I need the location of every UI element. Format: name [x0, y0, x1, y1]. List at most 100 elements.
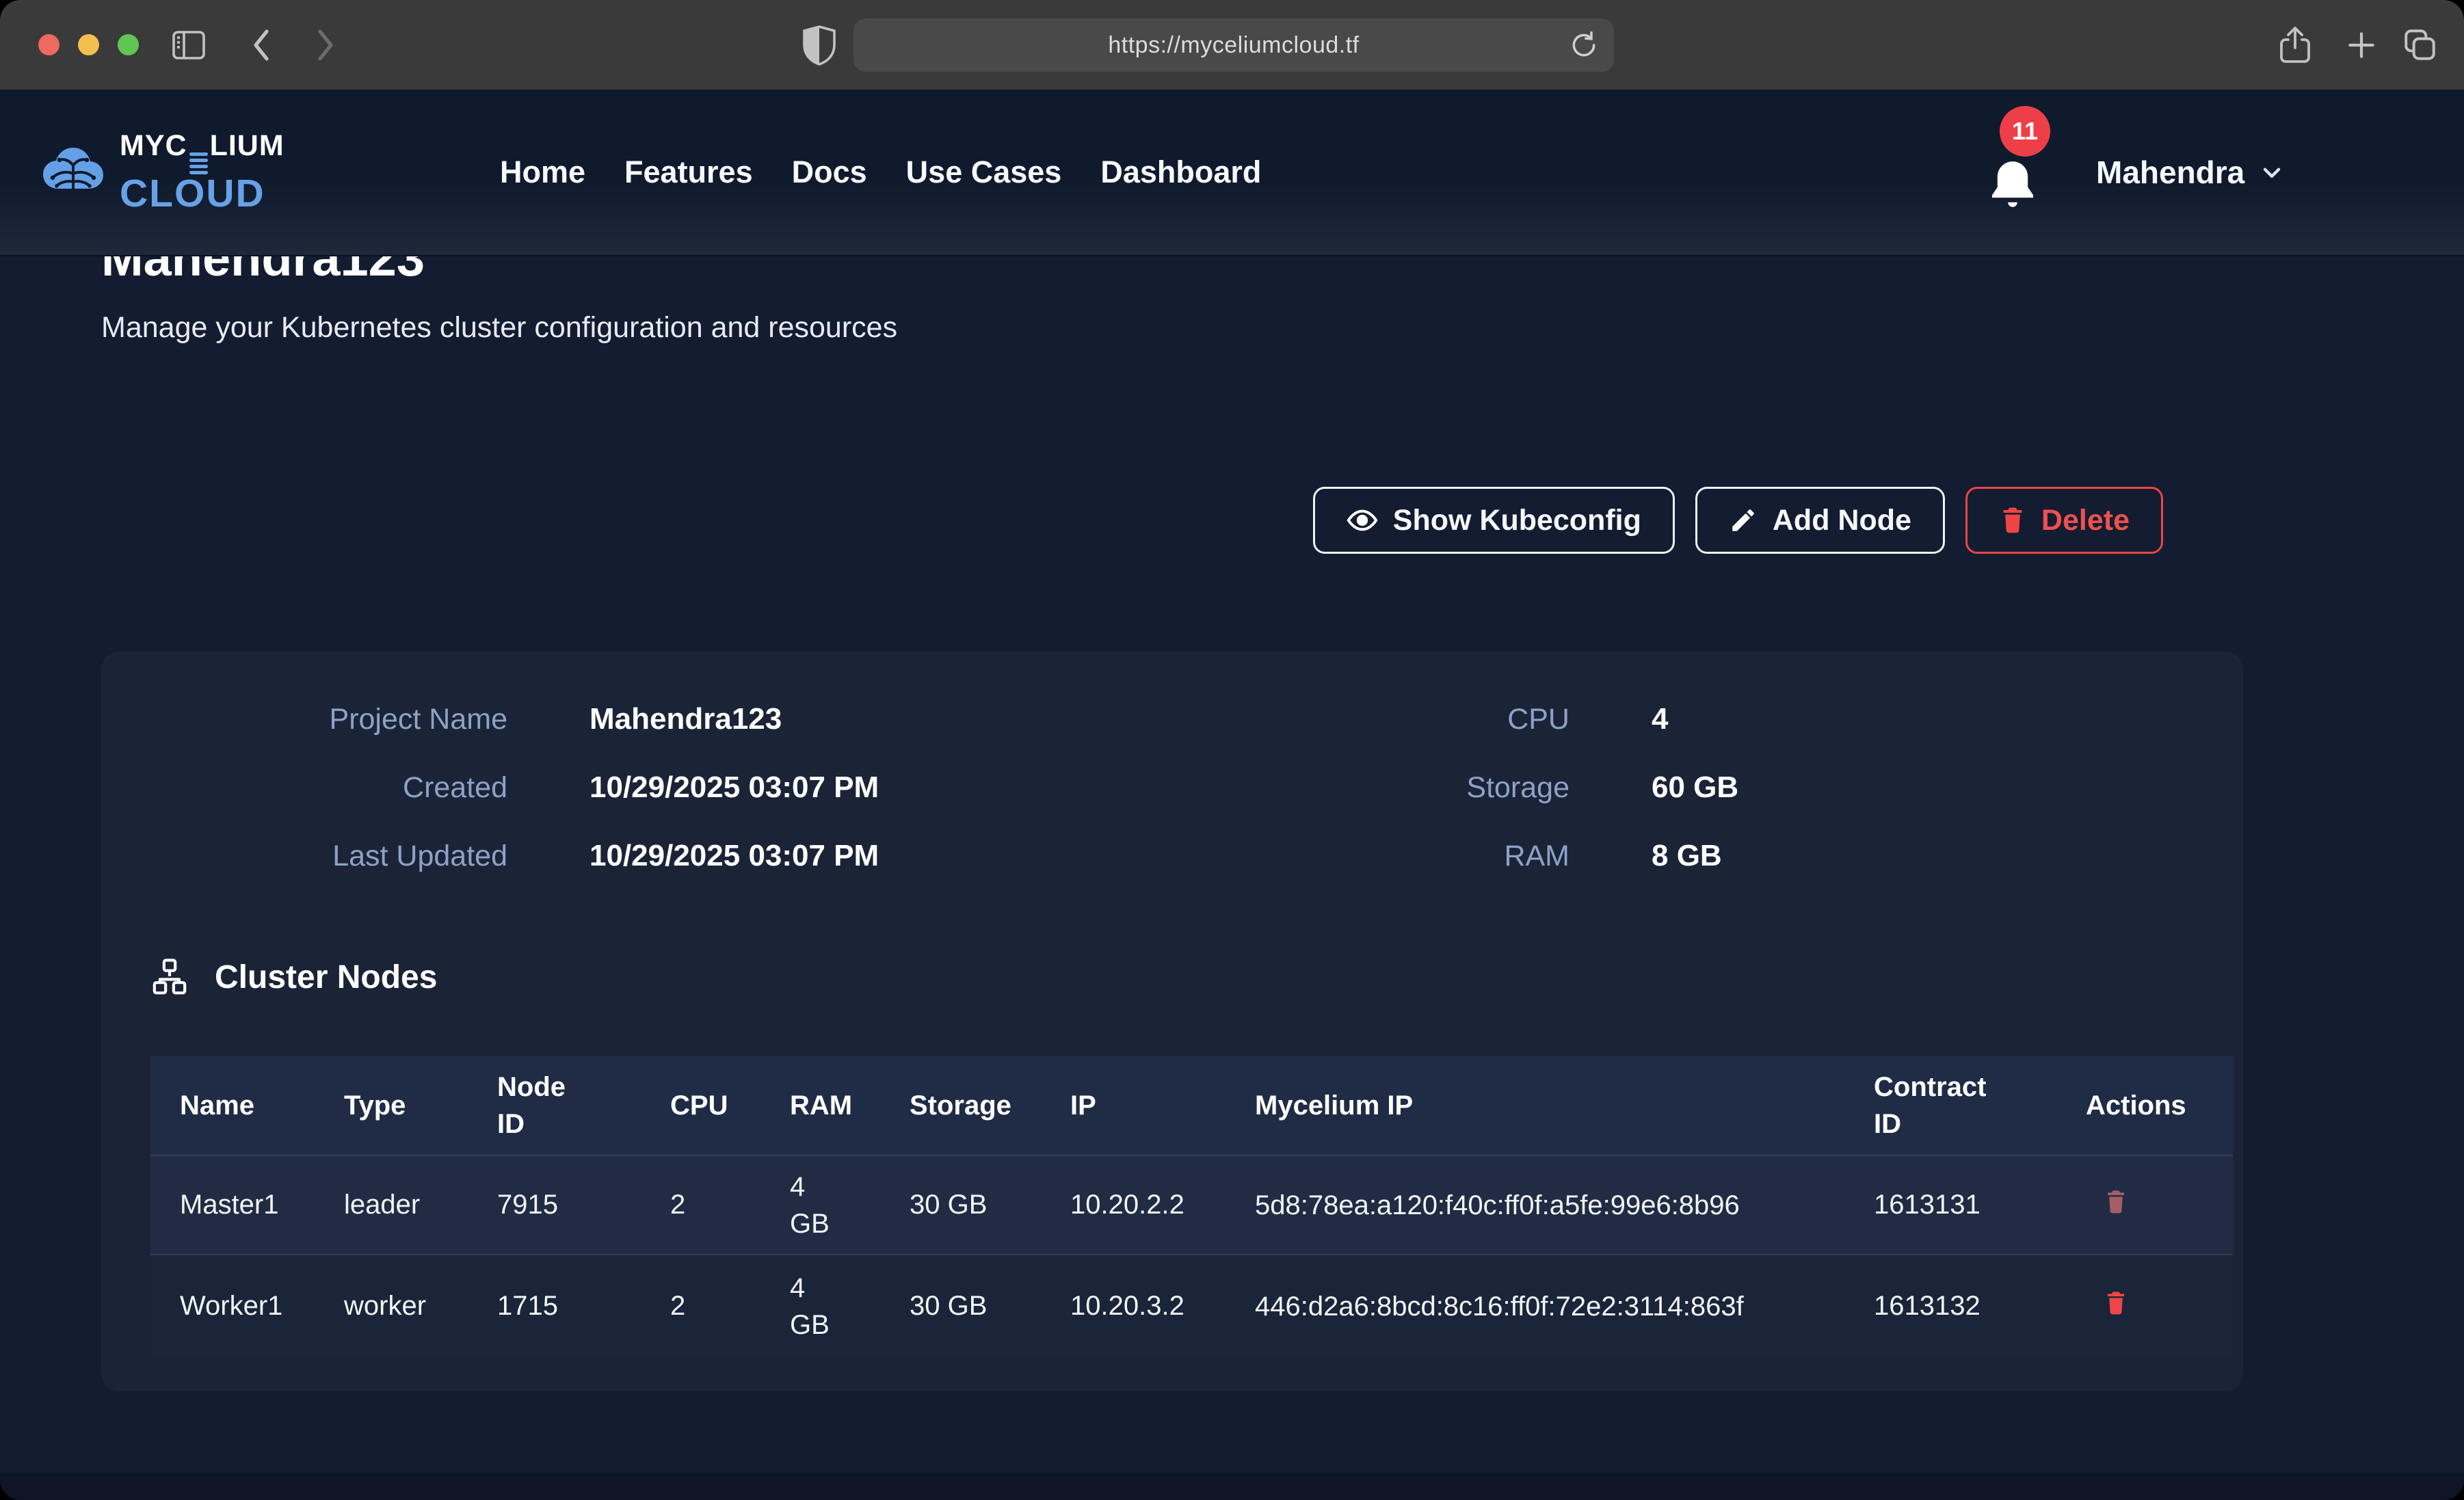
ram-value: 8 GB: [1652, 839, 1722, 873]
storage-value: 60 GB: [1652, 771, 1738, 805]
col-header-actions: Actions: [2056, 1056, 2233, 1155]
cluster-info-right: CPU 4 Storage 60 GB RAM 8 GB: [1163, 702, 1738, 873]
show-kubeconfig-label: Show Kubeconfig: [1393, 504, 1641, 537]
sidebar-icon[interactable]: [171, 29, 207, 61]
cpu-label: CPU: [1163, 703, 1569, 736]
privacy-shield-icon[interactable]: [802, 24, 837, 66]
last-updated-label: Last Updated: [101, 840, 507, 873]
cell-ram: 4 GB: [760, 1255, 880, 1357]
info-row-ram: RAM 8 GB: [1163, 839, 1738, 873]
cell-storage: 30 GB: [880, 1255, 1041, 1357]
cpu-value: 4: [1652, 702, 1668, 736]
user-name: Mahendra: [2096, 154, 2244, 191]
logo-line-cloud: CLOUD: [120, 174, 284, 213]
info-row-storage: Storage 60 GB: [1163, 771, 1738, 805]
cell-name: Worker1: [150, 1255, 315, 1357]
cell-ip: 10.20.2.2: [1041, 1155, 1226, 1255]
new-tab-icon[interactable]: [2344, 28, 2379, 62]
cell-ram: 4 GB: [760, 1155, 880, 1255]
tab-overview-icon[interactable]: [2402, 27, 2439, 64]
created-value: 10/29/2025 03:07 PM: [589, 771, 879, 805]
nav-link-docs[interactable]: Docs: [792, 155, 867, 190]
cell-node-id: 1715: [468, 1255, 641, 1357]
col-header-mycelium-ip: Mycelium IP: [1226, 1056, 1844, 1155]
cluster-actions-row: Show Kubeconfig Add Node Delete: [1313, 487, 2163, 554]
cell-storage: 30 GB: [880, 1155, 1041, 1255]
add-node-button[interactable]: Add Node: [1695, 487, 1945, 554]
col-header-type: Type: [315, 1056, 468, 1155]
table-header-row: Name Type Node ID CPU RAM Storage IP Myc…: [150, 1056, 2233, 1155]
bell-icon: [1985, 157, 2041, 215]
site-navbar: Mahendra123 MYCLIUM CLOUD Home: [0, 90, 2464, 256]
delete-cluster-button[interactable]: Delete: [1965, 487, 2163, 554]
add-node-label: Add Node: [1773, 504, 1911, 537]
col-header-ip: IP: [1041, 1056, 1226, 1155]
info-row-project-name: Project Name Mahendra123: [101, 702, 879, 736]
nav-link-use-cases[interactable]: Use Cases: [906, 155, 1062, 190]
cluster-nodes-heading: Cluster Nodes: [150, 958, 437, 996]
forward-button[interactable]: [309, 26, 339, 64]
trash-icon: [1999, 505, 2026, 535]
storage-label: Storage: [1163, 771, 1569, 805]
col-header-ram: RAM: [760, 1056, 880, 1155]
project-name-value: Mahendra123: [589, 702, 782, 736]
navbar-blur-haze: [0, 180, 2464, 255]
delete-label: Delete: [2041, 504, 2130, 537]
cluster-info-left: Project Name Mahendra123 Created 10/29/2…: [101, 702, 879, 873]
window-controls: [38, 34, 139, 55]
ram-label: RAM: [1163, 840, 1569, 873]
nav-link-features[interactable]: Features: [624, 155, 753, 190]
col-header-name: Name: [150, 1056, 315, 1155]
cell-contract-id: 1613131: [1844, 1155, 2056, 1255]
col-header-storage: Storage: [880, 1056, 1041, 1155]
zoom-window-button[interactable]: [118, 34, 139, 55]
address-bar-url: https://myceliumcloud.tf: [1108, 32, 1359, 59]
cell-type: leader: [315, 1155, 468, 1255]
cell-mycelium-ip: 446:d2a6:8bcd:8c16:ff0f:72e2:3114:863f: [1226, 1255, 1844, 1357]
minimize-window-button[interactable]: [78, 34, 99, 55]
back-button[interactable]: [248, 26, 278, 64]
cell-cpu: 2: [641, 1255, 760, 1357]
eye-icon: [1347, 505, 1378, 536]
cell-contract-id: 1613132: [1844, 1255, 2056, 1357]
pencil-icon: [1729, 506, 1758, 535]
col-header-node-id: Node ID: [468, 1056, 641, 1155]
cluster-details-card: Project Name Mahendra123 Created 10/29/2…: [101, 652, 2243, 1391]
network-icon: [150, 958, 189, 996]
user-menu[interactable]: Mahendra: [2096, 154, 2286, 191]
show-kubeconfig-button[interactable]: Show Kubeconfig: [1313, 487, 1675, 554]
cluster-nodes-label: Cluster Nodes: [215, 959, 437, 996]
cell-type: worker: [315, 1255, 468, 1357]
chevron-down-icon: [2258, 159, 2286, 186]
page-subtitle: Manage your Kubernetes cluster configura…: [101, 311, 897, 345]
nav-link-home[interactable]: Home: [500, 155, 585, 190]
cell-name: Master1: [150, 1155, 315, 1255]
nav-link-dashboard[interactable]: Dashboard: [1100, 155, 1261, 190]
logo-line-mycelium: MYCLIUM: [120, 131, 284, 174]
cluster-nodes-table: Name Type Node ID CPU RAM Storage IP Myc…: [150, 1056, 2233, 1357]
table-row-master1: Master1 leader 7915 2 4 GB 30 GB 10.20.2…: [150, 1155, 2233, 1255]
cell-mycelium-ip: 5d8:78ea:a120:f40c:ff0f:a5fe:99e6:8b96: [1226, 1155, 1844, 1255]
last-updated-value: 10/29/2025 03:07 PM: [589, 839, 879, 873]
browser-titlebar: https://myceliumcloud.tf: [0, 0, 2464, 90]
delete-node-button[interactable]: [2104, 1289, 2128, 1317]
col-header-cpu: CPU: [641, 1056, 760, 1155]
cell-node-id: 7915: [468, 1155, 641, 1255]
browser-window: https://myceliumcloud.tf M: [0, 0, 2464, 1500]
close-window-button[interactable]: [38, 34, 59, 55]
notifications-button[interactable]: 11: [1981, 106, 2063, 215]
logo-wordmark: MYCLIUM CLOUD: [120, 131, 284, 213]
reload-icon[interactable]: [1569, 30, 1599, 60]
nav-links: Home Features Docs Use Cases Dashboard: [500, 155, 1261, 190]
info-row-last-updated: Last Updated 10/29/2025 03:07 PM: [101, 839, 879, 873]
share-icon[interactable]: [2277, 25, 2313, 66]
cell-ip: 10.20.3.2: [1041, 1255, 1226, 1357]
project-name-label: Project Name: [101, 703, 507, 736]
address-bar[interactable]: https://myceliumcloud.tf: [853, 18, 1614, 72]
mycelium-cloud-logo[interactable]: MYCLIUM CLOUD: [39, 131, 284, 213]
info-row-created: Created 10/29/2025 03:07 PM: [101, 771, 879, 805]
table-row-worker1: Worker1 worker 1715 2 4 GB 30 GB 10.20.3…: [150, 1255, 2233, 1357]
delete-node-button[interactable]: [2104, 1188, 2128, 1216]
cloud-logo-icon: [39, 146, 107, 198]
cell-actions: [2056, 1255, 2233, 1357]
